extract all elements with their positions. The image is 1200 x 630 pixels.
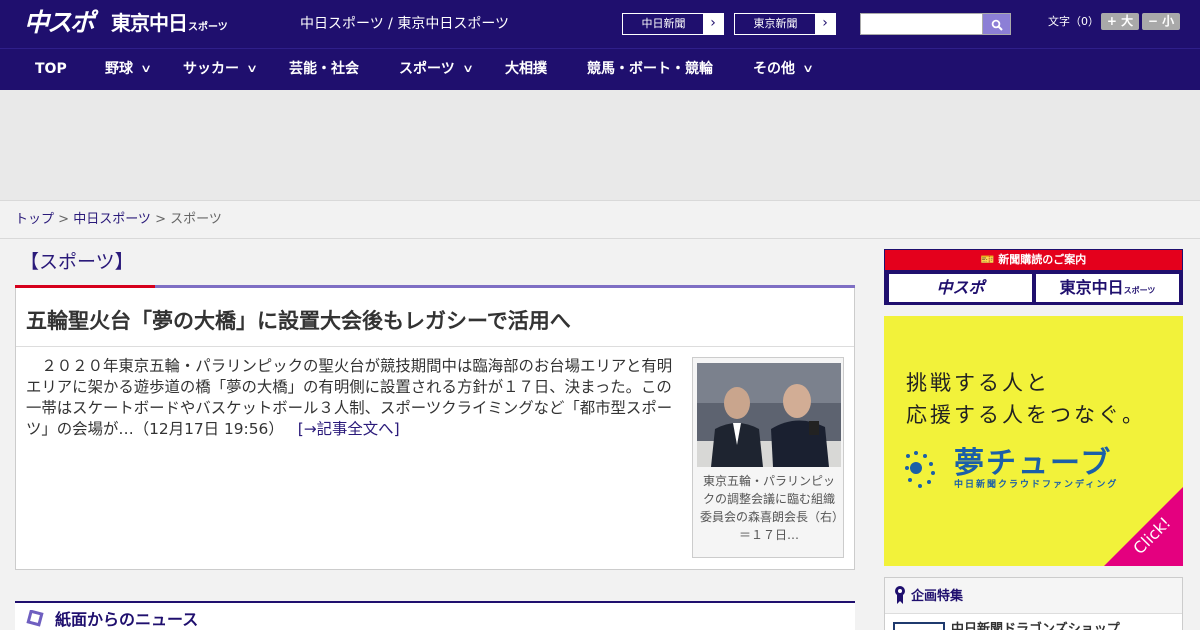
banner-line-1: 挑戦する人と	[906, 371, 1050, 395]
nav-item-baseball[interactable]: 野球 ∨	[105, 49, 153, 91]
tokyo-chunichi-logo-text: 東京中日	[111, 11, 188, 35]
search-button[interactable]	[982, 13, 1011, 35]
read-more-link[interactable]: [→記事全文へ]	[298, 420, 400, 438]
special-features-header: 企画特集	[885, 578, 1182, 614]
nav-item-label: 大相撲	[505, 61, 547, 77]
nav-item-label: 野球	[105, 61, 133, 77]
tokyo-chunichi-logo[interactable]: 東京中日スポーツ	[111, 10, 228, 41]
card-top-rule	[15, 285, 855, 288]
nav-item-other[interactable]: その他 ∨	[753, 49, 815, 91]
photo-caption: 東京五輪・パラリンピックの調整会議に臨む組織委員会の森喜朗会長（右）＝１７日…	[699, 474, 838, 542]
ticket-icon: 🎫	[980, 253, 999, 266]
article-card: 五輪聖火台「夢の大橋」に設置大会後もレガシーで活用へ ２０２０年東京五輪・パラリ…	[15, 285, 855, 570]
chevron-down-icon: ∨	[139, 62, 153, 75]
special-features-box: 企画特集 中日新聞ドラゴンズショップ	[884, 577, 1183, 630]
ad-space	[0, 90, 1200, 200]
medal-icon	[895, 586, 905, 604]
nav-item-entertainment[interactable]: 芸能・社会	[289, 49, 359, 91]
subscription-box[interactable]: 🎫 新聞購読のご案内 中スポ 東京中日スポーツ	[884, 249, 1183, 305]
breadcrumb-item-current: スポーツ	[170, 212, 222, 227]
nav-item-soccer[interactable]: サッカー ∨	[183, 49, 259, 91]
breadcrumb-separator: >	[54, 212, 74, 227]
chuspo-logo[interactable]: 中スポ	[24, 6, 95, 40]
subscription-title-text: 新聞購読のご案内	[998, 253, 1087, 266]
chevron-down-icon: ∨	[461, 62, 474, 75]
search-input[interactable]	[860, 13, 983, 35]
dragons-shop-thumbnail[interactable]	[893, 622, 945, 630]
chevron-down-icon: ∨	[245, 62, 259, 75]
nav-item-racing[interactable]: 競馬・ボート・競輪	[587, 49, 713, 91]
tokyo-shimbun-label: 東京新聞	[753, 17, 798, 30]
yume-tube-banner[interactable]: 挑戦する人と 応援する人をつなぐ。 夢チューブ 中日新聞クラウドファンディング …	[884, 316, 1183, 566]
chunichi-shimbun-label: 中日新聞	[641, 17, 686, 30]
section-title: 【スポーツ】	[20, 251, 134, 273]
article-title[interactable]: 五輪聖火台「夢の大橋」に設置大会後もレガシーで活用へ	[26, 307, 571, 335]
subscribe-tokyo-chunichi-logo[interactable]: 東京中日スポーツ	[1036, 274, 1179, 302]
subscription-title: 🎫 新聞購読のご案内	[885, 250, 1182, 270]
title-divider	[16, 346, 854, 347]
top-header: 中スポ 東京中日スポーツ 中日スポーツ / 東京中日スポーツ 中日新聞 › 東京…	[0, 0, 1200, 48]
tokyo-chunichi-logo-small: スポーツ	[188, 22, 228, 33]
article-photo	[697, 363, 841, 467]
tokyo-shimbun-link[interactable]: 東京新聞 ›	[734, 13, 836, 35]
special-features-title: 企画特集	[911, 589, 964, 604]
card-accent-rule	[15, 285, 155, 288]
font-larger-button[interactable]: + 大	[1101, 13, 1139, 30]
font-size-label: 文字（0）	[1048, 15, 1099, 28]
breadcrumb-separator: >	[150, 212, 171, 227]
subscribe-chuspo-logo[interactable]: 中スポ	[889, 274, 1032, 302]
nav-item-label: 芸能・社会	[289, 61, 359, 77]
banner-brand: 夢チューブ	[954, 446, 1113, 481]
breadcrumb: トップ > 中日スポーツ > スポーツ	[15, 211, 222, 228]
chunichi-shimbun-link[interactable]: 中日新聞 ›	[622, 13, 724, 35]
special-item-dragons-shop[interactable]: 中日新聞ドラゴンズショップ	[951, 621, 1120, 630]
nav-item-label: その他	[753, 61, 795, 77]
nav-item-label: サッカー	[183, 61, 239, 77]
banner-subtitle: 中日新聞クラウドファンディング	[954, 480, 1119, 490]
chevron-right-icon: ›	[815, 14, 835, 34]
main-nav: TOP 野球 ∨ サッカー ∨ 芸能・社会 スポーツ ∨ 大相撲 競馬・ボート・競輪 …	[0, 48, 1200, 90]
paper-news-section: 紙面からのニュース	[15, 601, 855, 630]
site-names: 中日スポーツ / 東京中日スポーツ	[300, 16, 510, 32]
dots-logo-icon	[905, 451, 935, 488]
breadcrumb-item-chunichi-sports[interactable]: 中日スポーツ	[73, 212, 151, 227]
paper-news-title: 紙面からのニュース	[55, 610, 199, 629]
nav-item-sports[interactable]: スポーツ ∨	[399, 49, 474, 91]
banner-line-2: 応援する人をつなぐ。	[906, 403, 1146, 427]
newspaper-icon	[26, 610, 44, 627]
article-summary: ２０２０年東京五輪・パラリンピックの聖火台が競技期間中は臨海部のお台場エリアと有…	[26, 356, 686, 440]
font-smaller-button[interactable]: − 小	[1142, 13, 1180, 30]
breadcrumb-bar: トップ > 中日スポーツ > スポーツ	[0, 200, 1200, 239]
nav-item-label: TOP	[35, 61, 67, 77]
nav-item-label: 競馬・ボート・競輪	[587, 61, 713, 77]
chevron-right-icon: ›	[703, 14, 723, 34]
article-photo-box[interactable]: 東京五輪・パラリンピックの調整会議に臨む組織委員会の森喜朗会長（右）＝１７日…	[692, 357, 844, 558]
search-icon	[991, 19, 1003, 31]
subscribe-tokyo-chunichi-text: 東京中日	[1059, 278, 1124, 297]
breadcrumb-item-top[interactable]: トップ	[15, 212, 54, 227]
subscribe-tokyo-chunichi-small: スポーツ	[1123, 286, 1156, 295]
nav-item-label: スポーツ	[399, 61, 455, 77]
nav-item-sumo[interactable]: 大相撲	[505, 49, 547, 91]
nav-item-top[interactable]: TOP	[35, 49, 67, 91]
chevron-down-icon: ∨	[801, 62, 815, 75]
